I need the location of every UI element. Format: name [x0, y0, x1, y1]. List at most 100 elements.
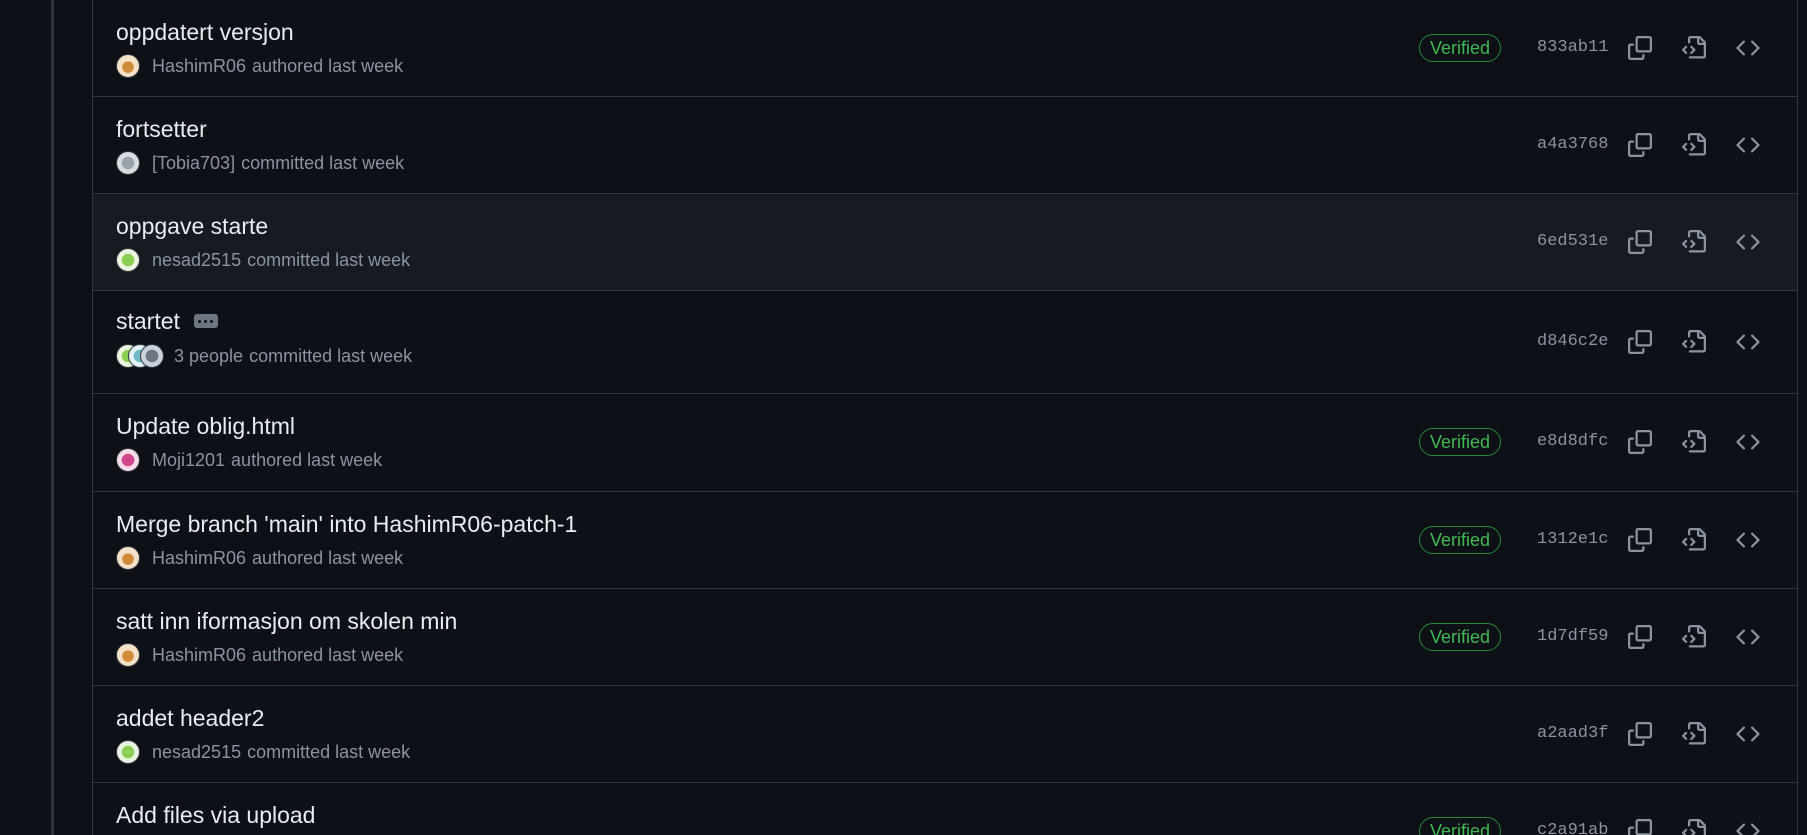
verified-badge[interactable]: Verified — [1419, 34, 1502, 62]
commit-title-link[interactable]: fortsetter — [116, 115, 207, 143]
commit-sha-link[interactable]: a2aad3f — [1537, 722, 1608, 746]
commit-sha-link[interactable]: c2a91ab — [1537, 819, 1608, 835]
commit-title-text[interactable]: oppgave starte — [116, 212, 268, 240]
view-code-button[interactable] — [1731, 325, 1765, 359]
commit-title-link[interactable]: Add files via upload — [116, 801, 315, 829]
view-code-button[interactable] — [1731, 814, 1765, 835]
commit-title-text[interactable]: startet — [116, 307, 180, 335]
view-code-button[interactable] — [1731, 128, 1765, 162]
file-code-icon — [1682, 330, 1706, 354]
commit-title-text[interactable]: fortsetter — [116, 115, 207, 143]
commit-row[interactable]: Merge branch 'main' into HashimR06-patch… — [93, 492, 1797, 589]
copy-sha-button[interactable] — [1623, 523, 1657, 557]
commit-title-text[interactable]: addet header2 — [116, 704, 264, 732]
avatar[interactable] — [116, 248, 140, 272]
file-code-icon — [1682, 430, 1706, 454]
copy-sha-button[interactable] — [1623, 325, 1657, 359]
commit-title-link[interactable]: satt inn iformasjon om skolen min — [116, 607, 457, 635]
copy-sha-button[interactable] — [1623, 31, 1657, 65]
commit-list: oppdatert versjon HashimR06 authored last … — [92, 0, 1798, 835]
commit-row[interactable]: Update oblig.html Moji1201 authored last w… — [93, 394, 1797, 492]
commit-row[interactable]: oppdatert versjon HashimR06 authored last … — [93, 0, 1797, 97]
commit-sha-link[interactable]: 6ed531e — [1537, 230, 1608, 254]
commit-row[interactable]: Add files via upload Verified c2a91ab — [93, 783, 1797, 835]
copy-sha-button[interactable] — [1623, 128, 1657, 162]
browse-repo-button[interactable] — [1677, 225, 1711, 259]
view-code-button[interactable] — [1731, 31, 1765, 65]
commit-author-link[interactable]: HashimR06 — [152, 54, 246, 78]
copy-icon — [1628, 133, 1652, 157]
verified-badge[interactable]: Verified — [1419, 526, 1502, 554]
commit-author-link[interactable]: nesad2515 — [152, 248, 241, 272]
commit-title-link[interactable]: oppgave starte — [116, 212, 268, 240]
commit-title-link[interactable]: Merge branch 'main' into HashimR06-patch… — [116, 510, 577, 538]
commits-page: oppdatert versjon HashimR06 authored last … — [0, 0, 1807, 835]
commit-author-link[interactable]: HashimR06 — [152, 643, 246, 667]
copy-sha-button[interactable] — [1623, 717, 1657, 751]
browse-repo-button[interactable] — [1677, 523, 1711, 557]
copy-sha-button[interactable] — [1623, 225, 1657, 259]
file-code-icon — [1682, 133, 1706, 157]
commit-sha-link[interactable]: 1312e1c — [1537, 528, 1608, 552]
browse-repo-button[interactable] — [1677, 31, 1711, 65]
verified-badge[interactable]: Verified — [1419, 623, 1502, 651]
commit-title-link[interactable]: addet header2 — [116, 704, 264, 732]
avatar[interactable] — [116, 448, 140, 472]
avatar[interactable] — [116, 546, 140, 570]
browse-repo-button[interactable] — [1677, 325, 1711, 359]
commit-title-link[interactable]: oppdatert versjon — [116, 18, 294, 46]
commit-sha-link[interactable]: e8d8dfc — [1537, 430, 1608, 454]
commit-row[interactable]: fortsetter [Tobia703] committed last week a… — [93, 97, 1797, 194]
view-code-button[interactable] — [1731, 425, 1765, 459]
commit-sha-link[interactable]: d846c2e — [1537, 330, 1608, 354]
commit-sha-link[interactable]: a4a3768 — [1537, 133, 1608, 157]
verified-badge[interactable]: Verified — [1419, 817, 1502, 835]
commit-title-text[interactable]: Add files via upload — [116, 801, 315, 829]
commit-title-text[interactable]: oppdatert versjon — [116, 18, 294, 46]
copy-sha-button[interactable] — [1623, 814, 1657, 835]
code-icon — [1736, 133, 1760, 157]
copy-icon — [1628, 430, 1652, 454]
copy-sha-button[interactable] — [1623, 425, 1657, 459]
commit-author-link[interactable]: 3 people — [174, 344, 243, 368]
commit-time-text: authored last week — [231, 450, 383, 470]
avatar[interactable] — [116, 54, 140, 78]
commit-row[interactable]: satt inn iformasjon om skolen min HashimR… — [93, 589, 1797, 686]
commit-author-link[interactable]: [Tobia703] — [152, 151, 235, 175]
commit-author-link[interactable]: nesad2515 — [152, 740, 241, 764]
avatar-stack[interactable] — [116, 344, 164, 368]
browse-repo-button[interactable] — [1677, 717, 1711, 751]
commit-row[interactable]: startet 3 people committed last week d846c2… — [93, 291, 1797, 394]
copy-icon — [1628, 625, 1652, 649]
verified-badge[interactable]: Verified — [1419, 428, 1502, 456]
view-code-button[interactable] — [1731, 225, 1765, 259]
avatar[interactable] — [116, 151, 140, 175]
commit-author-link[interactable]: Moji1201 — [152, 448, 225, 472]
view-code-button[interactable] — [1731, 523, 1765, 557]
commit-title-link[interactable]: startet — [116, 307, 218, 335]
view-code-button[interactable] — [1731, 620, 1765, 654]
copy-icon — [1628, 819, 1652, 835]
copy-icon — [1628, 722, 1652, 746]
browse-repo-button[interactable] — [1677, 814, 1711, 835]
commit-title-text[interactable]: satt inn iformasjon om skolen min — [116, 607, 457, 635]
commit-author-link[interactable]: HashimR06 — [152, 546, 246, 570]
browse-repo-button[interactable] — [1677, 620, 1711, 654]
commit-title-text[interactable]: Merge branch 'main' into HashimR06-patch… — [116, 510, 577, 538]
commit-row[interactable]: addet header2 nesad2515 committed last wee… — [93, 686, 1797, 783]
commit-time-text: authored last week — [252, 645, 404, 665]
commit-title-link[interactable]: Update oblig.html — [116, 412, 295, 440]
expand-description-button[interactable] — [193, 314, 218, 328]
copy-sha-button[interactable] — [1623, 620, 1657, 654]
file-code-icon — [1682, 819, 1706, 835]
avatar[interactable] — [116, 643, 140, 667]
commit-row[interactable]: oppgave starte nesad2515 committed last we… — [93, 194, 1797, 291]
view-code-button[interactable] — [1731, 717, 1765, 751]
avatar[interactable] — [116, 740, 140, 764]
browse-repo-button[interactable] — [1677, 425, 1711, 459]
commit-title-text[interactable]: Update oblig.html — [116, 412, 295, 440]
browse-repo-button[interactable] — [1677, 128, 1711, 162]
commit-meta: nesad2515 committed last week — [116, 248, 410, 272]
commit-sha-link[interactable]: 1d7df59 — [1537, 625, 1608, 649]
commit-sha-link[interactable]: 833ab11 — [1537, 36, 1608, 60]
